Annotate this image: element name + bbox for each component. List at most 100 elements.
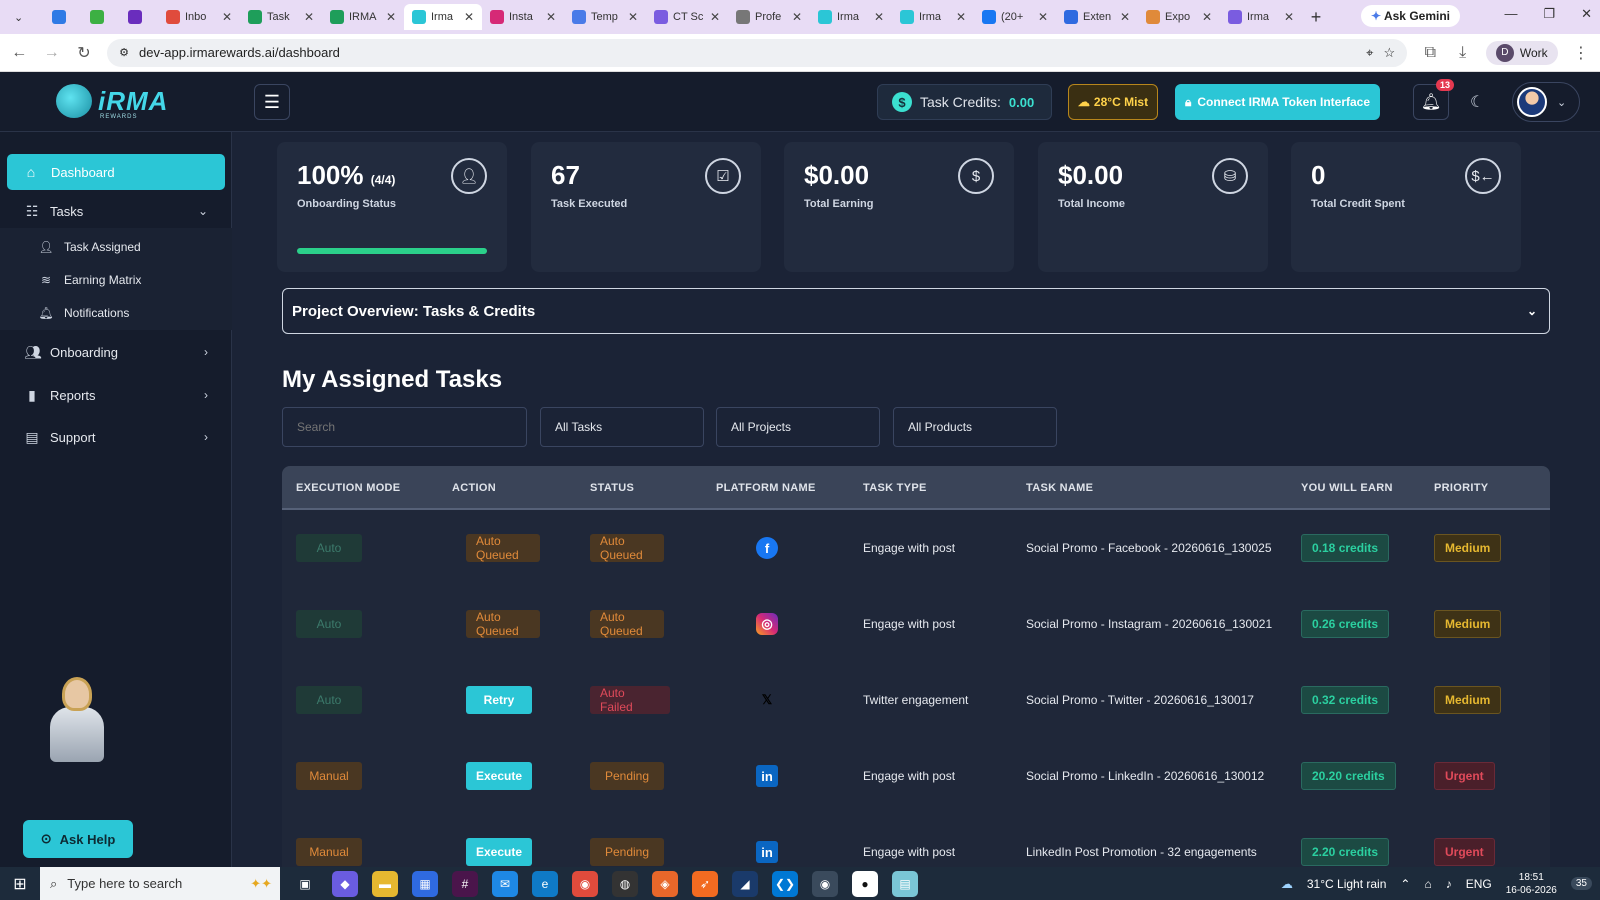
browser-tab[interactable]: Insta ✕ [482, 4, 564, 30]
volume-icon[interactable]: ♪ [1446, 877, 1452, 891]
extensions-icon[interactable]: ⧉ [1421, 44, 1439, 62]
minimize-icon[interactable]: — [1504, 6, 1517, 22]
browser-tab[interactable]: Exten ✕ [1056, 4, 1138, 30]
ask-help-button[interactable]: ⊙ Ask Help [23, 820, 133, 858]
search-input[interactable] [282, 407, 527, 447]
close-tab-icon[interactable]: ✕ [222, 10, 232, 24]
sidebar-item-reports[interactable]: ▮ Reports › [0, 378, 232, 412]
mail-icon[interactable]: ✉ [492, 870, 518, 897]
browser-tab[interactable]: Irma ✕ [404, 4, 482, 30]
profile-button[interactable]: D Work [1485, 40, 1558, 65]
browser-tab[interactable]: Profe ✕ [728, 4, 810, 30]
retry-button[interactable]: Retry [466, 686, 532, 714]
column-header[interactable]: PLATFORM NAME [716, 482, 816, 494]
app-icon[interactable]: ● [852, 870, 878, 897]
sidebar-item-onboarding[interactable]: 👥︎ Onboarding › [0, 335, 232, 369]
execute-button[interactable]: Execute [466, 838, 532, 866]
browser-tab[interactable]: Irma ✕ [892, 4, 974, 30]
filter-tasks-select[interactable]: All Tasks [540, 407, 704, 447]
browser-tab[interactable]: Task ✕ [240, 4, 322, 30]
browser-tab[interactable]: Temp ✕ [564, 4, 646, 30]
app-icon[interactable]: ◢ [732, 870, 758, 897]
task-view-icon[interactable]: ▣ [292, 871, 318, 897]
close-tab-icon[interactable]: ✕ [386, 10, 396, 24]
app-icon[interactable]: ◈ [652, 870, 678, 897]
obs-icon[interactable]: ◍ [612, 870, 638, 897]
browser-tab[interactable]: IRMA ✕ [322, 4, 404, 30]
logo[interactable]: iRMA REWARDS [56, 84, 168, 120]
taskbar-search-input[interactable]: ⌕ Type here to search ✦✦ [40, 867, 280, 900]
column-header[interactable]: PRIORITY [1434, 482, 1488, 494]
sidebar-item-tasks[interactable]: ☷ Tasks ⌄ [0, 194, 232, 228]
close-tab-icon[interactable]: ✕ [710, 10, 720, 24]
user-menu-button[interactable]: ⌄ [1512, 82, 1580, 122]
url-input[interactable]: ⚙ dev-app.irmarewards.ai/dashboard ⌖ ☆ [107, 38, 1408, 67]
close-tab-icon[interactable]: ✕ [1120, 10, 1130, 24]
filter-products-select[interactable]: All Products [893, 407, 1057, 447]
windows-start-icon[interactable]: ⊞ [0, 867, 40, 900]
ask-gemini-button[interactable]: ✦ Ask Gemini [1361, 5, 1460, 27]
restore-icon[interactable]: ❐ [1543, 6, 1555, 22]
browser-tab[interactable]: (20+ ✕ [974, 4, 1056, 30]
notepad-icon[interactable]: ▤ [892, 870, 918, 897]
tab-list-button[interactable]: ⌄ [6, 4, 44, 30]
column-header[interactable]: TASK TYPE [863, 482, 927, 494]
close-tab-icon[interactable]: ✕ [546, 10, 556, 24]
close-tab-icon[interactable]: ✕ [874, 10, 884, 24]
sidebar-item-notifications[interactable]: 🔔︎ Notifications [0, 298, 232, 328]
edge-icon[interactable]: e [532, 870, 558, 897]
bookmark-star-icon[interactable]: ☆ [1383, 45, 1395, 61]
new-tab-button[interactable]: + [1302, 7, 1330, 28]
close-tab-icon[interactable]: ✕ [1202, 10, 1212, 24]
file-explorer-icon[interactable]: ▬ [372, 870, 398, 897]
notification-center-icon[interactable]: 35 [1570, 877, 1592, 890]
browser-tab[interactable] [120, 4, 158, 30]
browser-tab[interactable] [44, 4, 82, 30]
notifications-button[interactable]: 🔔︎ 13 [1413, 79, 1454, 120]
chrome-active-icon[interactable]: ◉ [812, 870, 838, 897]
close-tab-icon[interactable]: ✕ [792, 10, 802, 24]
postman-icon[interactable]: ➶ [692, 870, 718, 897]
browser-menu-icon[interactable]: ⋮ [1572, 43, 1590, 63]
column-header[interactable]: TASK NAME [1026, 482, 1093, 494]
forward-icon[interactable]: → [42, 44, 60, 62]
column-header[interactable]: EXECUTION MODE [296, 482, 400, 494]
execute-button[interactable]: Execute [466, 762, 532, 790]
close-tab-icon[interactable]: ✕ [628, 10, 638, 24]
back-icon[interactable]: ← [10, 44, 28, 62]
menu-toggle-button[interactable]: ☰ [254, 84, 290, 120]
sidebar-item-task-assigned[interactable]: 👤︎ Task Assigned [0, 232, 232, 262]
close-tab-icon[interactable]: ✕ [1284, 10, 1294, 24]
download-icon[interactable]: ⤓ [1454, 44, 1472, 62]
browser-tab[interactable]: Inbo ✕ [158, 4, 240, 30]
location-icon[interactable]: ⌖ [1366, 45, 1373, 61]
store-icon[interactable]: ▦ [412, 870, 438, 897]
taskbar-weather[interactable]: 31°C Light rain [1307, 877, 1387, 891]
close-tab-icon[interactable]: ✕ [1038, 10, 1048, 24]
language-indicator[interactable]: ENG [1466, 877, 1492, 891]
slack-icon[interactable]: # [452, 870, 478, 897]
copilot-icon[interactable]: ◆ [332, 870, 358, 897]
sidebar-item-dashboard[interactable]: ⌂ Dashboard [7, 154, 225, 190]
vscode-icon[interactable]: ❮❯ [772, 870, 798, 897]
close-tab-icon[interactable]: ✕ [464, 10, 474, 24]
close-tab-icon[interactable]: ✕ [304, 10, 314, 24]
close-window-icon[interactable]: ✕ [1581, 6, 1592, 22]
browser-tab[interactable]: Irma ✕ [1220, 4, 1302, 30]
project-overview-accordion[interactable]: Project Overview: Tasks & Credits ⌄ [282, 288, 1550, 334]
chevron-up-icon[interactable]: ⌃ [1400, 877, 1410, 891]
filter-projects-select[interactable]: All Projects [716, 407, 880, 447]
browser-tab[interactable]: CT Sc ✕ [646, 4, 728, 30]
connect-token-button[interactable]: 🔒︎ Connect IRMA Token Interface [1175, 84, 1380, 120]
reload-icon[interactable]: ↻ [75, 43, 93, 63]
close-tab-icon[interactable]: ✕ [956, 10, 966, 24]
column-header[interactable]: YOU WILL EARN [1301, 482, 1393, 494]
clock[interactable]: 18:51 16-06-2026 [1506, 871, 1557, 897]
moon-icon[interactable]: ☾ [1470, 92, 1484, 112]
browser-tab[interactable] [82, 4, 120, 30]
sidebar-item-earning-matrix[interactable]: ≋ Earning Matrix [0, 265, 232, 295]
column-header[interactable]: ACTION [452, 482, 496, 494]
browser-tab[interactable]: Expo ✕ [1138, 4, 1220, 30]
site-settings-icon[interactable]: ⚙ [119, 46, 129, 59]
network-icon[interactable]: ⌂ [1424, 877, 1431, 891]
